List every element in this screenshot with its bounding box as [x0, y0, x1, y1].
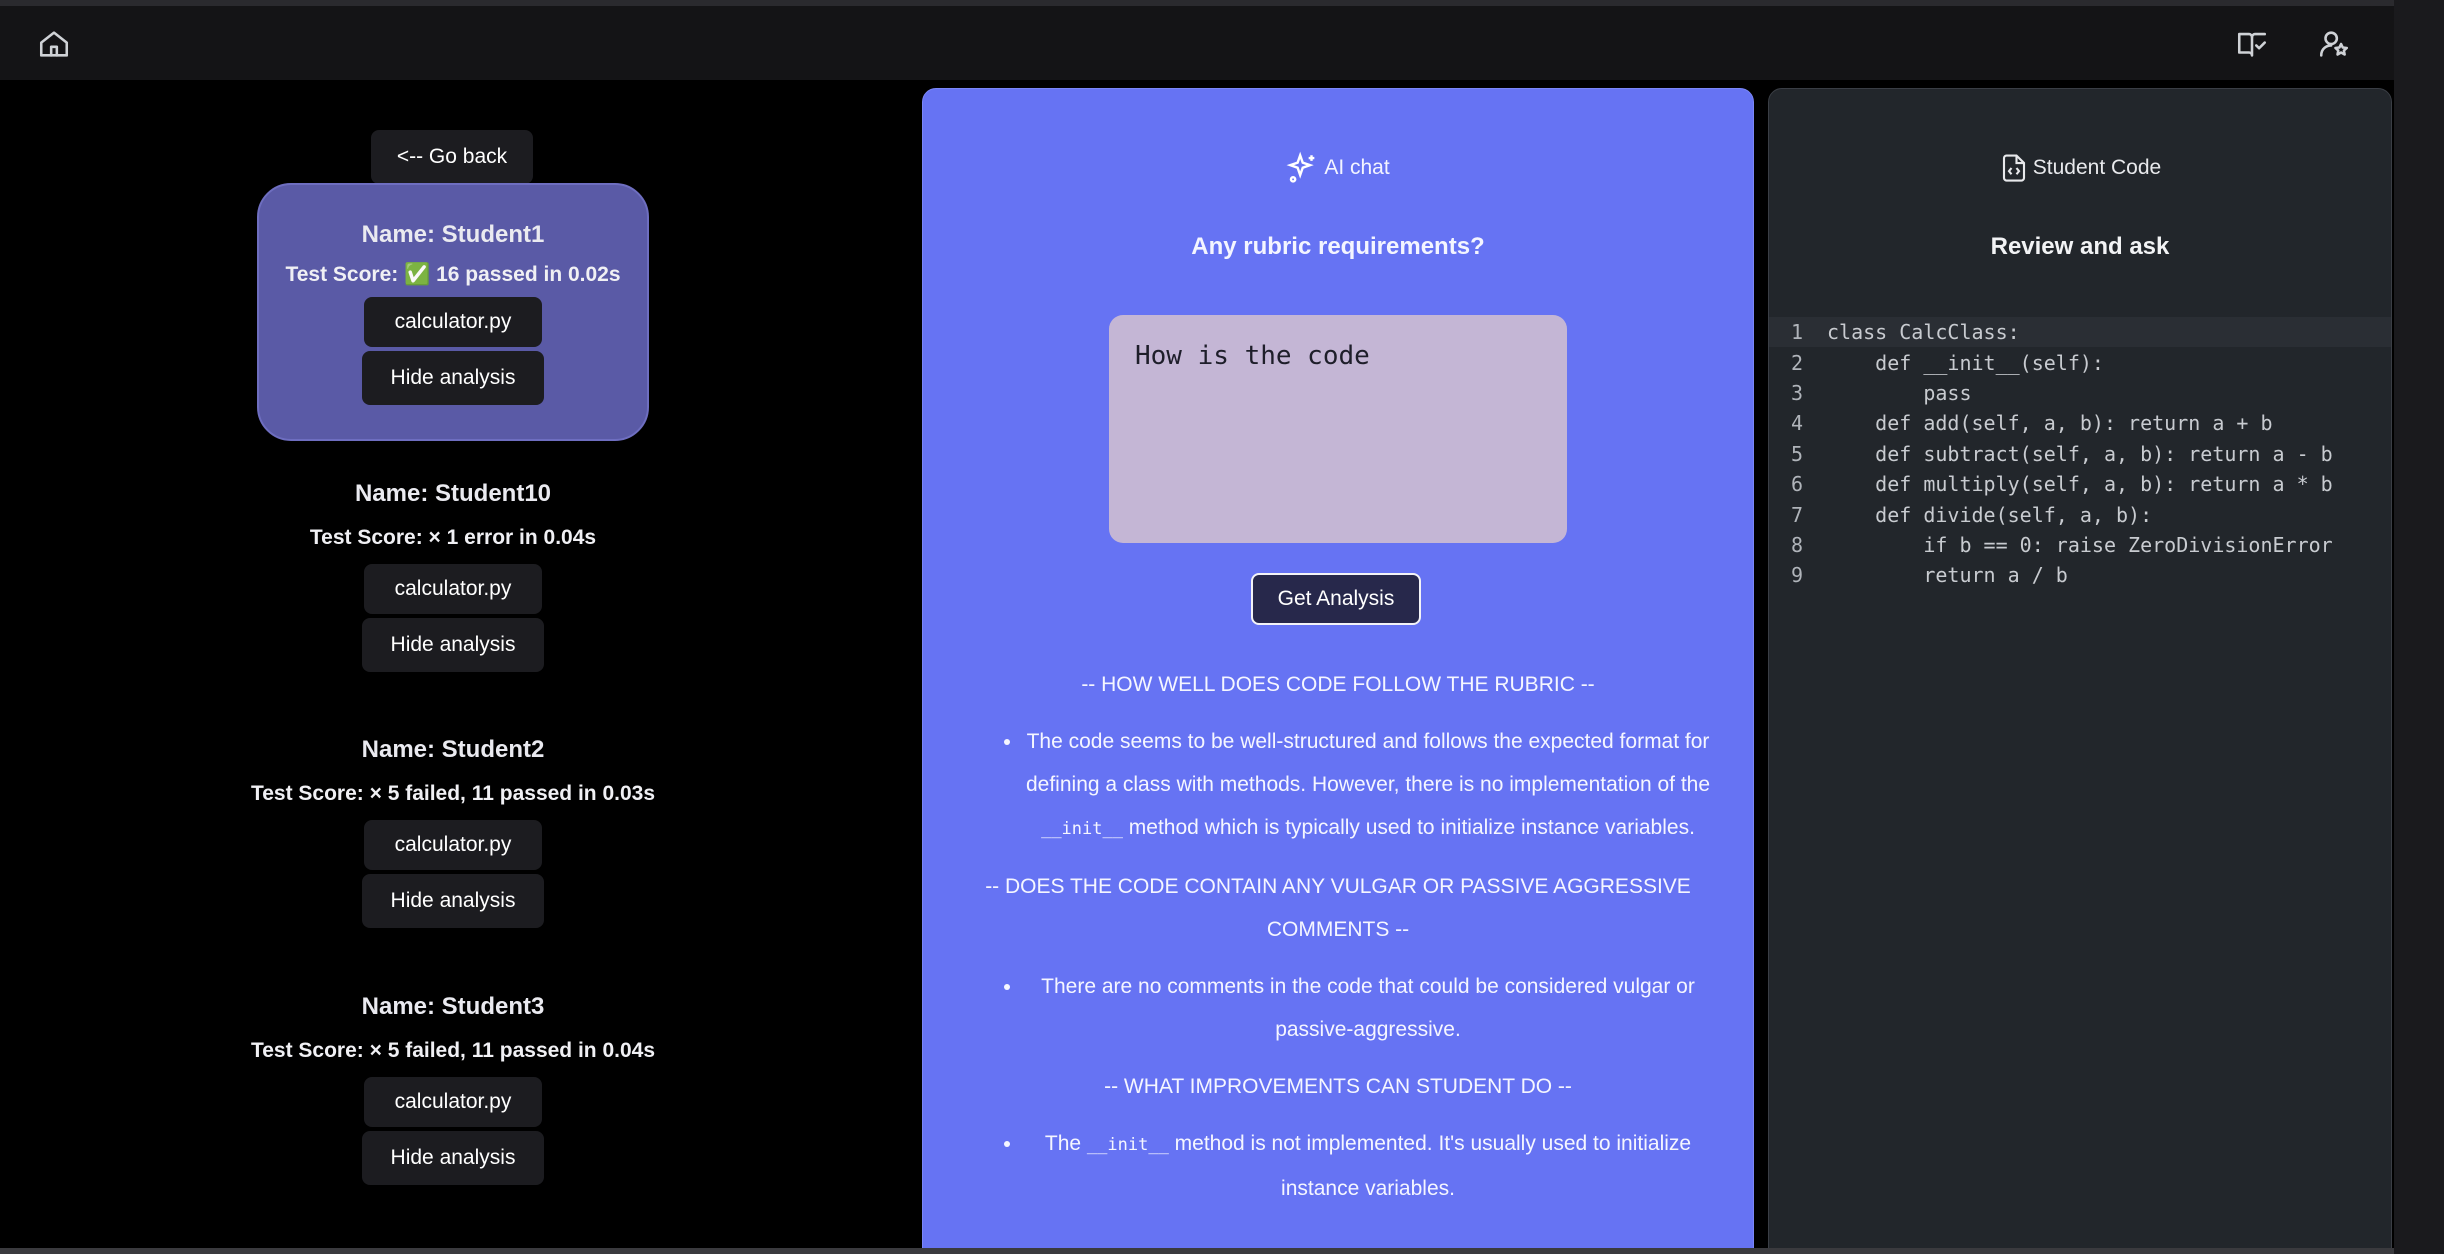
section-heading: -- WHAT IMPROVEMENTS CAN STUDENT DO -- — [1104, 1075, 1572, 1098]
sparkles-icon — [1286, 151, 1315, 183]
student-card: Name: Student3 Test Score: × 5 failed, 1… — [0, 993, 906, 1185]
student-code-panel: Student Code Review and ask 1 class CalcC… — [1768, 88, 2392, 1254]
review-title: Review and ask — [1990, 233, 2170, 260]
student-score: Test Score: × 5 failed, 11 passed in 0.0… — [250, 782, 656, 805]
list-item: There are no comments in the code that c… — [1023, 965, 1713, 1051]
hide-analysis-button[interactable]: Hide analysis — [362, 351, 544, 405]
student-name: Name: Student10 — [354, 480, 552, 507]
list-item: The __init__ method is not implemented. … — [1023, 1122, 1713, 1210]
file-code-icon — [2002, 154, 2025, 182]
ai-chat-label: AI chat — [1324, 156, 1390, 179]
student-name: Name: Student2 — [361, 736, 545, 763]
analysis-output: -- HOW WELL DOES CODE FOLLOW THE RUBRIC … — [963, 649, 1713, 1224]
student-name: Name: Student1 — [361, 221, 545, 248]
ai-chat-header: AI chat — [923, 151, 1753, 185]
student-card: Name: Student10 Test Score: × 1 error in… — [0, 480, 906, 672]
hide-analysis-button[interactable]: Hide analysis — [362, 874, 544, 928]
code-line[interactable]: 4 def add(self, a, b): return a + b — [1769, 408, 2391, 438]
student-list-panel: <-- Go back Name: Student1 Test Score: ✅… — [0, 88, 906, 1254]
ai-chat-panel: AI chat Any rubric requirements? How is … — [922, 88, 1754, 1254]
hide-analysis-button[interactable]: Hide analysis — [362, 1131, 544, 1185]
code-line[interactable]: 3 pass — [1769, 378, 2391, 408]
go-back-button[interactable]: <-- Go back — [371, 130, 533, 184]
student-code-label: Student Code — [2032, 156, 2162, 179]
code-line[interactable]: 5 def subtract(self, a, b): return a - b — [1769, 439, 2391, 469]
get-analysis-button[interactable]: Get Analysis — [1251, 573, 1421, 625]
code-line[interactable]: 9 return a / b — [1769, 560, 2391, 590]
code-line[interactable]: 7 def divide(self, a, b): — [1769, 499, 2391, 529]
student-name: Name: Student3 — [361, 993, 545, 1020]
student-score: Test Score: ✅ 16 passed in 0.02s — [285, 263, 621, 286]
file-button[interactable]: calculator.py — [364, 820, 542, 870]
student-card: Name: Student2 Test Score: × 5 failed, 1… — [0, 736, 906, 928]
student-code-header: Student Code — [1769, 151, 2391, 185]
code-line[interactable]: 2 def __init__(self): — [1769, 347, 2391, 377]
hide-analysis-button[interactable]: Hide analysis — [362, 618, 544, 672]
rubric-input[interactable]: How is the code — [1109, 315, 1567, 543]
file-button[interactable]: calculator.py — [364, 564, 542, 614]
section-heading: -- DOES THE CODE CONTAIN ANY VULGAR OR P… — [985, 875, 1691, 941]
section-heading: -- HOW WELL DOES CODE FOLLOW THE RUBRIC … — [1081, 673, 1595, 696]
student-card-active: Name: Student1 Test Score: ✅ 16 passed i… — [257, 183, 649, 441]
bullet-list: The __init__ method is not implemented. … — [963, 1122, 1713, 1210]
file-button[interactable]: calculator.py — [364, 1077, 542, 1127]
window-edge — [2394, 0, 2444, 1254]
user-star-icon[interactable] — [2312, 22, 2356, 66]
student-score: Test Score: × 5 failed, 11 passed in 0.0… — [250, 1039, 656, 1062]
list-item: The code seems to be well-structured and… — [1023, 720, 1713, 851]
code-line[interactable]: 6 def multiply(self, a, b): return a * b — [1769, 469, 2391, 499]
bullet-list: There are no comments in the code that c… — [963, 965, 1713, 1051]
code-line[interactable]: 8 if b == 0: raise ZeroDivisionError — [1769, 530, 2391, 560]
code-line[interactable]: 1 class CalcClass: — [1769, 317, 2391, 348]
student-score: Test Score: × 1 error in 0.04s — [309, 526, 597, 549]
rubric-title: Any rubric requirements? — [1191, 233, 1485, 260]
bottom-scrollbar[interactable] — [0, 1248, 2394, 1254]
code-editor[interactable]: 1 class CalcClass: 2 def __init__(self): … — [1769, 317, 2391, 591]
home-icon[interactable] — [32, 22, 76, 66]
bullet-list: The code seems to be well-structured and… — [963, 720, 1713, 851]
top-bar — [0, 0, 2394, 80]
book-check-icon[interactable] — [2230, 22, 2274, 66]
file-button[interactable]: calculator.py — [364, 297, 542, 347]
